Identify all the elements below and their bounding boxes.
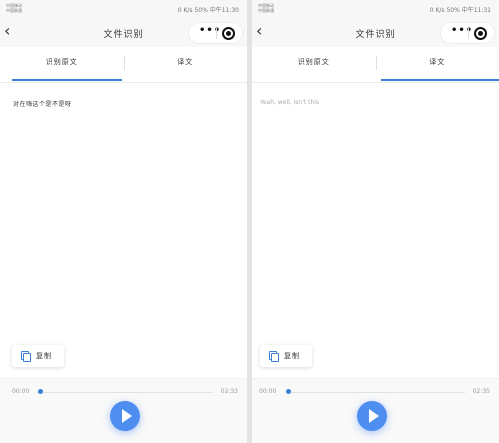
- tab-translation[interactable]: 译文: [124, 47, 248, 83]
- nav-bar: ‹ 文件识别 •••: [0, 19, 247, 47]
- audio-player: 00:00 02:33: [0, 378, 247, 443]
- tab-translation[interactable]: 译文: [376, 47, 499, 83]
- record-icon[interactable]: [474, 27, 487, 40]
- carrier-labels: 中国移动 中国联通: [6, 3, 22, 13]
- status-bar: 中国移动 中国联通 0 K/s 50% 中午11:31: [252, 0, 499, 19]
- carrier-line-2: 中国联通: [6, 8, 22, 13]
- copy-button[interactable]: 复制: [12, 345, 64, 367]
- copy-icon: [21, 351, 31, 362]
- status-info: 0 K/s 50% 中午11:30: [177, 7, 239, 14]
- recognized-text: 对在嗨这个是不是呀: [13, 101, 72, 108]
- current-time: 00:00: [259, 388, 277, 395]
- active-tab-indicator: [381, 79, 499, 81]
- translated-text: Yeah, well, isn't this: [260, 99, 320, 106]
- total-time: 02:33: [220, 388, 238, 395]
- copy-label: 复制: [36, 352, 52, 360]
- screen-original-text: 中国移动 中国联通 0 K/s 50% 中午11:30 ‹ 文件识别 ••• 识…: [0, 0, 247, 443]
- mini-program-capsule: •••: [440, 22, 495, 44]
- status-bar: 中国移动 中国联通 0 K/s 50% 中午11:30: [0, 0, 247, 19]
- active-tab-indicator: [12, 79, 122, 81]
- capsule-divider: [216, 28, 217, 39]
- copy-label: 复制: [284, 352, 300, 360]
- status-info: 0 K/s 50% 中午11:31: [429, 7, 491, 14]
- play-button[interactable]: [110, 401, 140, 431]
- progress-track[interactable]: [37, 392, 213, 393]
- audio-player: 00:00 02:35: [252, 378, 499, 443]
- carrier-line-2: 中国联通: [258, 8, 274, 13]
- tab-original-text[interactable]: 识别原文: [0, 47, 124, 83]
- more-icon[interactable]: •••: [199, 25, 221, 36]
- progress-handle[interactable]: [286, 389, 291, 394]
- progress-track[interactable]: [289, 392, 465, 393]
- total-time: 02:35: [472, 388, 490, 395]
- carrier-labels: 中国移动 中国联通: [258, 3, 274, 13]
- screen-translation: 中国移动 中国联通 0 K/s 50% 中午11:31 ‹ 文件识别 ••• 识…: [252, 0, 499, 443]
- copy-icon: [269, 351, 279, 362]
- more-icon[interactable]: •••: [451, 25, 473, 36]
- nav-bar: ‹ 文件识别 •••: [252, 19, 499, 47]
- mini-program-capsule: •••: [188, 22, 243, 44]
- capsule-divider: [468, 28, 469, 39]
- tab-original-text[interactable]: 识别原文: [252, 47, 376, 83]
- copy-button[interactable]: 复制: [260, 345, 312, 367]
- progress-handle[interactable]: [38, 389, 43, 394]
- current-time: 00:00: [12, 388, 30, 395]
- tab-bar: 识别原文 译文: [252, 47, 499, 83]
- play-button[interactable]: [357, 401, 387, 431]
- record-icon[interactable]: [222, 27, 235, 40]
- tab-bar: 识别原文 译文: [0, 47, 247, 83]
